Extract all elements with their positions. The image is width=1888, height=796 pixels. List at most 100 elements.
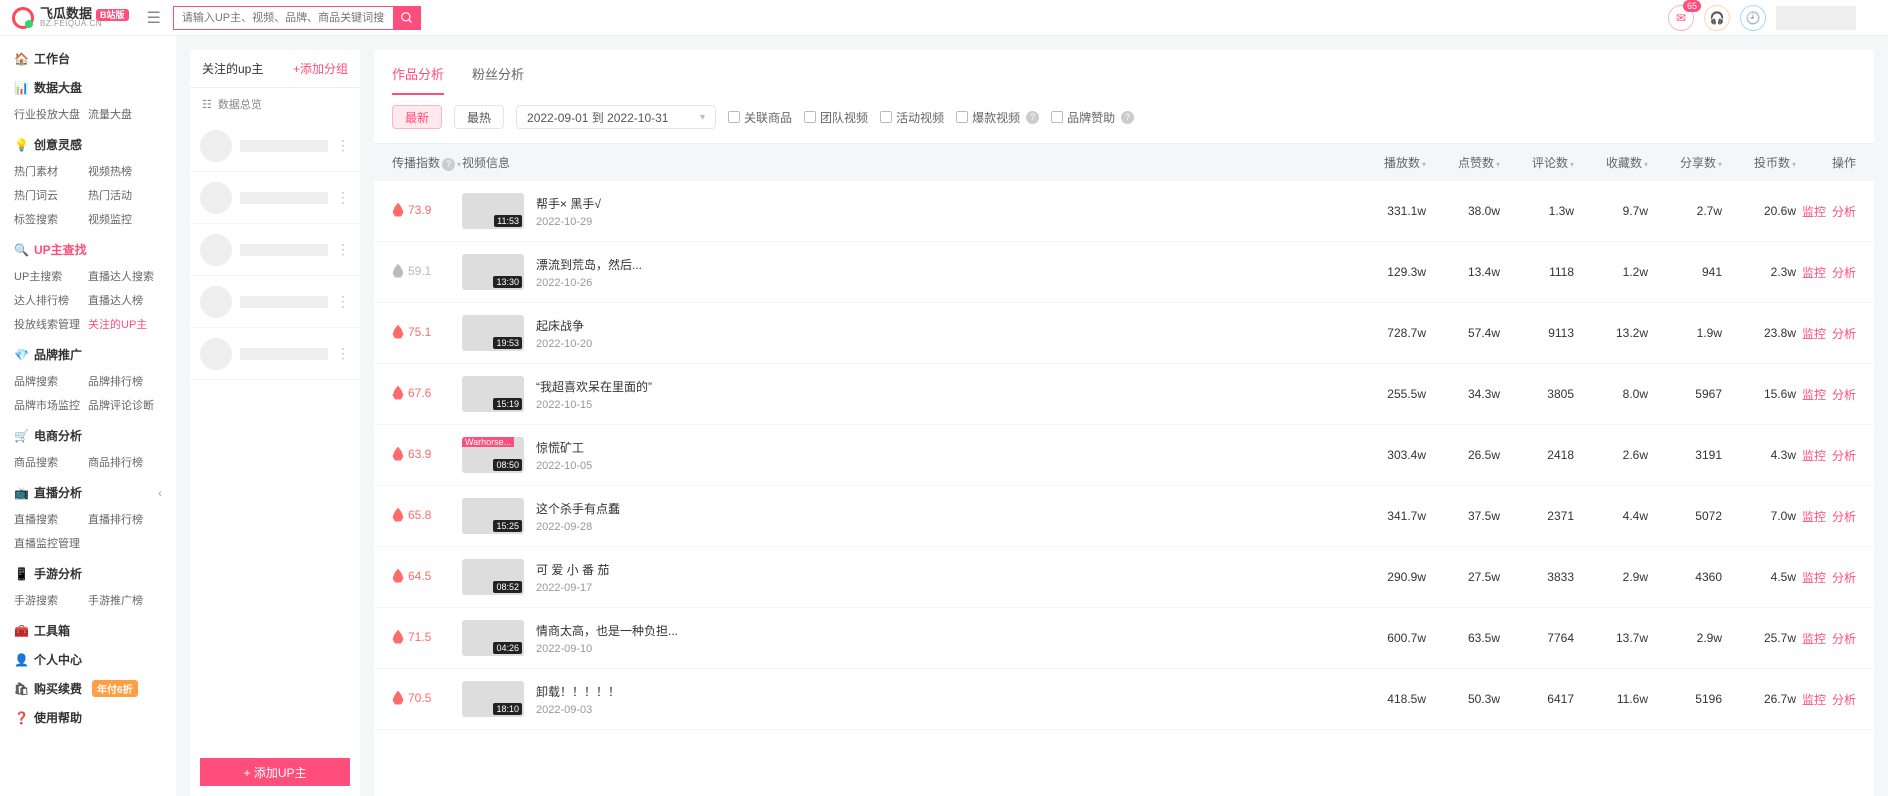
col-header[interactable]: 投币数▾ [1722,154,1796,171]
monitor-link[interactable]: 监控 [1802,569,1826,586]
video-title[interactable]: 惊慌矿工 [536,439,592,456]
sidebar-link[interactable]: 视频监控 [88,207,162,231]
monitor-link[interactable]: 监控 [1802,325,1826,342]
analyze-link[interactable]: 分析 [1832,264,1856,281]
table-body[interactable]: 73.9 11:53 帮手× 黑手√ 2022-10-29 331.1w38.0… [374,181,1874,796]
more-icon[interactable]: ⋮ [336,137,350,154]
sidebar-section[interactable]: 🛍购买续费 年付6折 [0,674,176,703]
more-icon[interactable]: ⋮ [336,241,350,258]
sidebar-section[interactable]: ❓使用帮助 [0,703,176,732]
video-title[interactable]: 帮手× 黑手√ [536,195,601,212]
sidebar-section[interactable]: 👤个人中心 [0,645,176,674]
filter-checkbox[interactable]: 团队视频 [804,109,868,126]
sidebar-link[interactable]: 标签搜索 [14,207,88,231]
up-list-item[interactable]: ⋮ [190,172,360,224]
sort-pill[interactable]: 最新 [392,105,442,129]
date-range-picker[interactable]: 2022-09-01 到 2022-10-31▾ [516,105,716,129]
sidebar-link[interactable]: 品牌评论诊断 [88,393,162,417]
video-thumbnail[interactable]: 15:19 [462,376,524,412]
video-thumbnail[interactable]: 11:53 [462,193,524,229]
up-list-item[interactable]: ⋮ [190,224,360,276]
filter-checkbox[interactable]: 关联商品 [728,109,792,126]
more-icon[interactable]: ⋮ [336,293,350,310]
sidebar-link[interactable]: 行业投放大盘 [14,102,88,126]
video-thumbnail[interactable]: 13:30 [462,254,524,290]
video-title[interactable]: 可 爱 小 番 茄 [536,561,609,578]
sidebar-link[interactable]: 直播监控管理 [14,531,88,555]
tab[interactable]: 粉丝分析 [472,64,524,95]
monitor-link[interactable]: 监控 [1802,630,1826,647]
monitor-link[interactable]: 监控 [1802,691,1826,708]
video-thumbnail[interactable]: 04:26 [462,620,524,656]
mail-button[interactable]: ✉65 [1668,5,1694,31]
filter-checkbox[interactable]: 活动视频 [880,109,944,126]
table-row[interactable]: 70.5 18:10 卸载！！！！！ 2022-09-03 418.5w50.3… [374,669,1874,730]
sidebar-link[interactable]: 品牌搜索 [14,369,88,393]
filter-checkbox[interactable]: 爆款视频? [956,109,1039,126]
analyze-link[interactable]: 分析 [1832,447,1856,464]
sidebar-link[interactable]: 商品排行榜 [88,450,162,474]
analyze-link[interactable]: 分析 [1832,630,1856,647]
monitor-link[interactable]: 监控 [1802,447,1826,464]
sidebar-link[interactable]: 品牌排行榜 [88,369,162,393]
analyze-link[interactable]: 分析 [1832,386,1856,403]
table-row[interactable]: 63.9 Warhorse...08:50 惊慌矿工 2022-10-05 30… [374,425,1874,486]
data-summary-link[interactable]: ☷ 数据总览 [190,87,360,120]
video-thumbnail[interactable]: Warhorse...08:50 [462,437,524,473]
analyze-link[interactable]: 分析 [1832,691,1856,708]
sidebar-section[interactable]: 🧰工具箱 [0,616,176,645]
monitor-link[interactable]: 监控 [1802,508,1826,525]
sidebar-link[interactable]: 投放线索管理 [14,312,88,336]
sidebar-section[interactable]: 💡创意灵感 [0,130,176,159]
monitor-link[interactable]: 监控 [1802,264,1826,281]
table-row[interactable]: 64.5 08:52 可 爱 小 番 茄 2022-09-17 290.9w27… [374,547,1874,608]
table-row[interactable]: 71.5 04:26 情商太高，也是一种负担... 2022-09-10 600… [374,608,1874,669]
col-header[interactable]: 分享数▾ [1648,154,1722,171]
analyze-link[interactable]: 分析 [1832,203,1856,220]
sidebar-link[interactable]: 达人排行榜 [14,288,88,312]
up-list-item[interactable]: ⋮ [190,120,360,172]
video-title[interactable]: “我超喜欢呆在里面的” [536,378,652,395]
tab[interactable]: 作品分析 [392,64,444,95]
add-up-button[interactable]: + 添加UP主 [200,758,350,786]
video-thumbnail[interactable]: 08:52 [462,559,524,595]
search-button[interactable] [393,6,421,30]
table-row[interactable]: 73.9 11:53 帮手× 黑手√ 2022-10-29 331.1w38.0… [374,181,1874,242]
refresh-button[interactable]: 🕘 [1740,5,1766,31]
more-icon[interactable]: ⋮ [336,189,350,206]
search-input[interactable] [173,6,393,30]
sidebar-link[interactable]: 热门活动 [88,183,162,207]
table-row[interactable]: 65.8 15:25 这个杀手有点蠢 2022-09-28 341.7w37.5… [374,486,1874,547]
video-title[interactable]: 这个杀手有点蠢 [536,500,620,517]
sidebar-link[interactable]: 流量大盘 [88,102,162,126]
table-row[interactable]: 67.6 15:19 “我超喜欢呆在里面的” 2022-10-15 255.5w… [374,364,1874,425]
filter-checkbox[interactable]: 品牌赞助? [1051,109,1134,126]
sidebar-link[interactable]: 商品搜索 [14,450,88,474]
sidebar-link[interactable]: 热门素材 [14,159,88,183]
sidebar-link[interactable]: 手游搜索 [14,588,88,612]
sidebar-link[interactable]: 直播达人搜索 [88,264,162,288]
analyze-link[interactable]: 分析 [1832,325,1856,342]
video-title[interactable]: 卸载！！！！！ [536,683,620,700]
video-thumbnail[interactable]: 15:25 [462,498,524,534]
logo[interactable]: 飞瓜数据B站版 BZ.FEIQUA.CN [12,7,129,29]
sidebar-link[interactable]: 视频热榜 [88,159,162,183]
video-title[interactable]: 漂流到荒岛，然后... [536,256,642,273]
sidebar-section[interactable]: 📊数据大盘 [0,73,176,102]
more-icon[interactable]: ⋮ [336,345,350,362]
video-thumbnail[interactable]: 19:53 [462,315,524,351]
sidebar-link[interactable]: 关注的UP主 [88,312,162,336]
sidebar-link[interactable]: UP主搜索 [14,264,88,288]
sidebar-link[interactable]: 直播达人榜 [88,288,162,312]
sidebar-section[interactable]: 🛒电商分析 [0,421,176,450]
col-header[interactable]: 播放数▾ [1352,154,1426,171]
add-group-link[interactable]: +添加分组 [293,60,348,77]
monitor-link[interactable]: 监控 [1802,203,1826,220]
video-thumbnail[interactable]: 18:10 [462,681,524,717]
sidebar-link[interactable]: 热门词云 [14,183,88,207]
table-row[interactable]: 75.1 19:53 起床战争 2022-10-20 728.7w57.4w91… [374,303,1874,364]
support-button[interactable]: 🎧 [1704,5,1730,31]
sidebar-link[interactable]: 直播排行榜 [88,507,162,531]
sidebar-section[interactable]: 🔍UP主查找 [0,235,176,264]
menu-toggle-icon[interactable]: ☰ [147,8,161,28]
